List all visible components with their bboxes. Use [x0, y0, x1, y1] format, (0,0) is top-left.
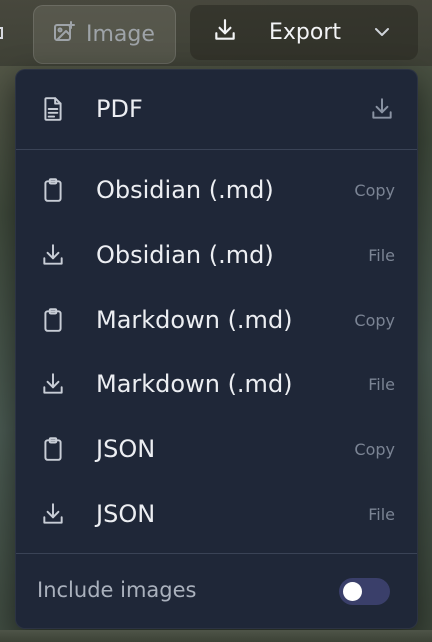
- export-button[interactable]: Export: [190, 5, 418, 60]
- menu-item-markdown-copy[interactable]: Markdown (.md) Copy: [16, 291, 417, 349]
- menu-item-label: Obsidian (.md): [96, 176, 274, 204]
- menu-item-hint: Copy: [354, 439, 395, 459]
- image-button[interactable]: Image: [33, 5, 176, 64]
- menu-item-json-file[interactable]: JSON File: [16, 485, 417, 543]
- menu-item-label: Markdown (.md): [96, 306, 293, 334]
- chevron-down-icon[interactable]: [372, 22, 392, 42]
- menu-item-label: JSON: [96, 435, 156, 463]
- menu-item-markdown-file[interactable]: Markdown (.md) File: [16, 355, 417, 413]
- download-icon: [40, 242, 66, 268]
- file-text-icon: [40, 96, 66, 122]
- include-images-row: Include images: [16, 562, 417, 620]
- menu-item-label: Obsidian (.md): [96, 241, 274, 269]
- menu-item-label: JSON: [96, 500, 156, 528]
- menu-item-pdf[interactable]: PDF: [16, 80, 417, 138]
- menu-divider: [16, 149, 417, 150]
- menu-item-obsidian-copy[interactable]: Obsidian (.md) Copy: [16, 161, 417, 219]
- link-icon[interactable]: [0, 22, 8, 44]
- menu-item-hint: File: [368, 245, 395, 265]
- menu-item-hint: File: [368, 374, 395, 394]
- export-button-label: Export: [269, 20, 342, 45]
- download-icon: [369, 96, 395, 122]
- include-images-toggle[interactable]: [339, 578, 390, 605]
- image-button-label: Image: [86, 22, 155, 47]
- clipboard-icon: [40, 177, 66, 203]
- menu-item-hint: Copy: [354, 180, 395, 200]
- download-icon: [40, 371, 66, 397]
- menu-item-label: Markdown (.md): [96, 370, 293, 398]
- clipboard-icon: [40, 436, 66, 462]
- download-icon: [212, 17, 238, 49]
- toggle-knob: [343, 582, 362, 601]
- menu-item-hint: File: [368, 504, 395, 524]
- menu-item-json-copy[interactable]: JSON Copy: [16, 420, 417, 478]
- background-strip: [0, 630, 432, 642]
- include-images-label: Include images: [37, 578, 197, 602]
- image-icon: [52, 20, 76, 50]
- menu-item-obsidian-file[interactable]: Obsidian (.md) File: [16, 226, 417, 284]
- menu-divider: [16, 553, 417, 554]
- download-icon: [40, 501, 66, 527]
- export-menu: PDF Obsidian (.md) Copy Obsidian (.md) F…: [15, 69, 418, 629]
- menu-item-hint: Copy: [354, 310, 395, 330]
- clipboard-icon: [40, 307, 66, 333]
- menu-item-label: PDF: [96, 95, 143, 123]
